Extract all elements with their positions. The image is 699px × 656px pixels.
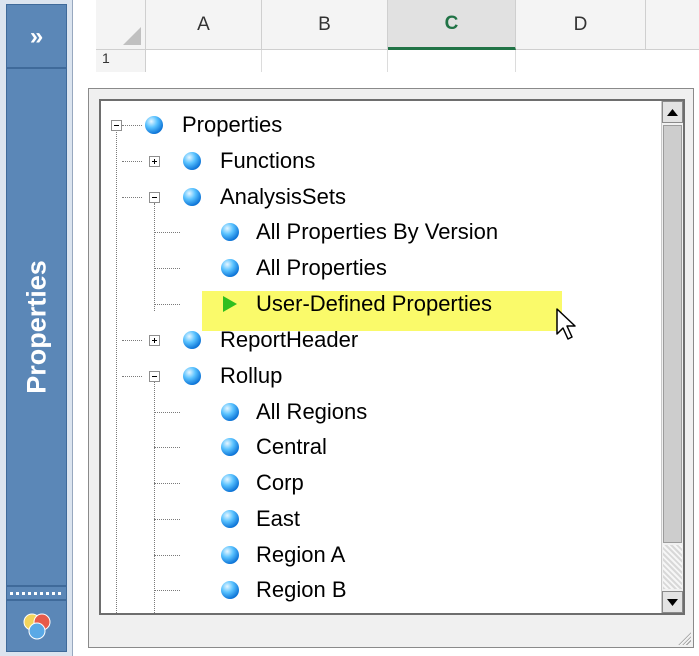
collapse-toggle-icon[interactable] xyxy=(149,371,160,382)
double-chevron-right-icon: » xyxy=(29,23,44,50)
column-header-a[interactable]: A xyxy=(146,0,262,50)
scrollbar-thumb[interactable] xyxy=(663,125,682,543)
tree-line xyxy=(154,381,155,613)
column-header-e[interactable] xyxy=(646,0,699,50)
side-panel-title-area[interactable]: Properties xyxy=(6,68,67,586)
column-header-b[interactable]: B xyxy=(262,0,388,50)
blue-ball-icon xyxy=(221,510,239,528)
tree-item-label: Functions xyxy=(220,148,316,173)
tree-item-label: User-Defined Properties xyxy=(256,291,492,316)
blue-ball-icon xyxy=(183,188,201,206)
side-panel-title: Properties xyxy=(21,260,51,394)
tree-item[interactable]: Corp xyxy=(253,466,307,500)
tree-line xyxy=(154,304,180,305)
tree-item-label: Region B xyxy=(256,577,347,602)
tree-item[interactable]: Region B xyxy=(253,573,350,607)
tree-item[interactable]: Functions xyxy=(217,144,318,178)
blue-ball-icon xyxy=(221,546,239,564)
tree-item-label: Properties xyxy=(182,112,283,137)
tree-item[interactable]: All Properties xyxy=(253,251,390,285)
tree-item-label: Corp xyxy=(256,470,304,495)
tree-item-label: All Properties By Version xyxy=(256,219,499,244)
grip-dots-icon xyxy=(9,591,64,595)
column-header-d[interactable]: D xyxy=(516,0,646,50)
blue-ball-icon xyxy=(221,474,239,492)
expand-toggle-icon[interactable] xyxy=(149,156,160,167)
tree-line xyxy=(122,197,142,198)
cell-b1[interactable] xyxy=(262,50,388,72)
tree-item[interactable]: Central xyxy=(253,430,330,464)
side-panel: » Properties xyxy=(0,0,73,656)
blue-ball-icon xyxy=(221,581,239,599)
tree-item-label: Central xyxy=(256,434,327,459)
side-panel-logo-button[interactable] xyxy=(6,600,67,652)
cell-a1[interactable] xyxy=(146,50,262,72)
tree-item[interactable]: East xyxy=(253,502,303,536)
side-panel-grip[interactable] xyxy=(6,586,67,600)
tree-line xyxy=(122,376,142,377)
blue-ball-icon xyxy=(183,367,201,385)
tree-line xyxy=(154,412,180,413)
tree-item[interactable]: ReportHeader xyxy=(217,323,361,357)
tree-item[interactable]: AnalysisSets xyxy=(217,180,349,214)
tree-line xyxy=(122,340,142,341)
blue-ball-icon xyxy=(221,223,239,241)
tree-line xyxy=(116,130,117,613)
tree-line xyxy=(154,268,180,269)
mouse-pointer-icon xyxy=(556,308,576,340)
tree-line xyxy=(154,232,180,233)
tree-line xyxy=(154,203,155,311)
tree-item-selected[interactable]: User-Defined Properties xyxy=(253,287,495,321)
tree-item-label: AnalysisSets xyxy=(220,184,346,209)
resize-grip-icon[interactable] xyxy=(675,629,691,645)
tree-line xyxy=(122,125,142,126)
tree-content: Properties Functions AnalysisSets All Pr… xyxy=(101,101,661,613)
tree-item-label: All Properties xyxy=(256,255,387,280)
tree-item[interactable]: All Regions xyxy=(253,395,370,429)
blue-ball-icon xyxy=(221,403,239,421)
green-arrow-icon xyxy=(223,296,237,312)
blue-ball-icon xyxy=(183,331,201,349)
tree-item[interactable]: All Properties By Version xyxy=(253,215,501,249)
scroll-down-button[interactable] xyxy=(662,591,683,613)
scrollbar-track[interactable] xyxy=(663,545,682,589)
tree-item-label: Region A xyxy=(256,542,346,567)
select-all-triangle-icon xyxy=(123,27,141,45)
blue-ball-icon xyxy=(221,438,239,456)
properties-tree-window: Properties Functions AnalysisSets All Pr… xyxy=(88,88,694,648)
spreadsheet-header: A B C D 1 xyxy=(74,0,699,72)
scroll-up-arrow-icon xyxy=(667,108,678,116)
blue-ball-icon xyxy=(183,152,201,170)
blue-ball-icon xyxy=(221,259,239,277)
expand-toggle-icon[interactable] xyxy=(149,335,160,346)
expand-panel-button[interactable]: » xyxy=(6,4,67,68)
row-header-1[interactable]: 1 xyxy=(96,50,146,72)
tree-item[interactable]: Rollup xyxy=(217,359,285,393)
tree-line xyxy=(122,161,142,162)
select-all-corner[interactable] xyxy=(96,0,146,50)
tree-item-label: Rollup xyxy=(220,363,283,388)
tree-item[interactable]: Region A xyxy=(253,538,348,572)
blue-ball-icon xyxy=(145,116,163,134)
scroll-down-arrow-icon xyxy=(667,598,678,606)
tree-line xyxy=(154,555,180,556)
tree-line xyxy=(154,590,180,591)
vertical-scrollbar[interactable] xyxy=(661,101,683,613)
tree-item-label: East xyxy=(256,506,301,531)
app-logo-icon xyxy=(23,613,50,640)
scroll-up-button[interactable] xyxy=(662,101,683,123)
tree-view: Properties Functions AnalysisSets All Pr… xyxy=(99,99,685,615)
collapse-toggle-icon[interactable] xyxy=(111,120,122,131)
tree-line xyxy=(154,519,180,520)
cell-c1[interactable] xyxy=(388,50,516,72)
column-header-c[interactable]: C xyxy=(388,0,516,50)
collapse-toggle-icon[interactable] xyxy=(149,192,160,203)
tree-item-label: ReportHeader xyxy=(220,327,359,352)
tree-item[interactable]: Properties xyxy=(179,108,285,142)
tree-item-label: All Regions xyxy=(256,399,368,424)
tree-line xyxy=(154,483,180,484)
tree-line xyxy=(154,447,180,448)
